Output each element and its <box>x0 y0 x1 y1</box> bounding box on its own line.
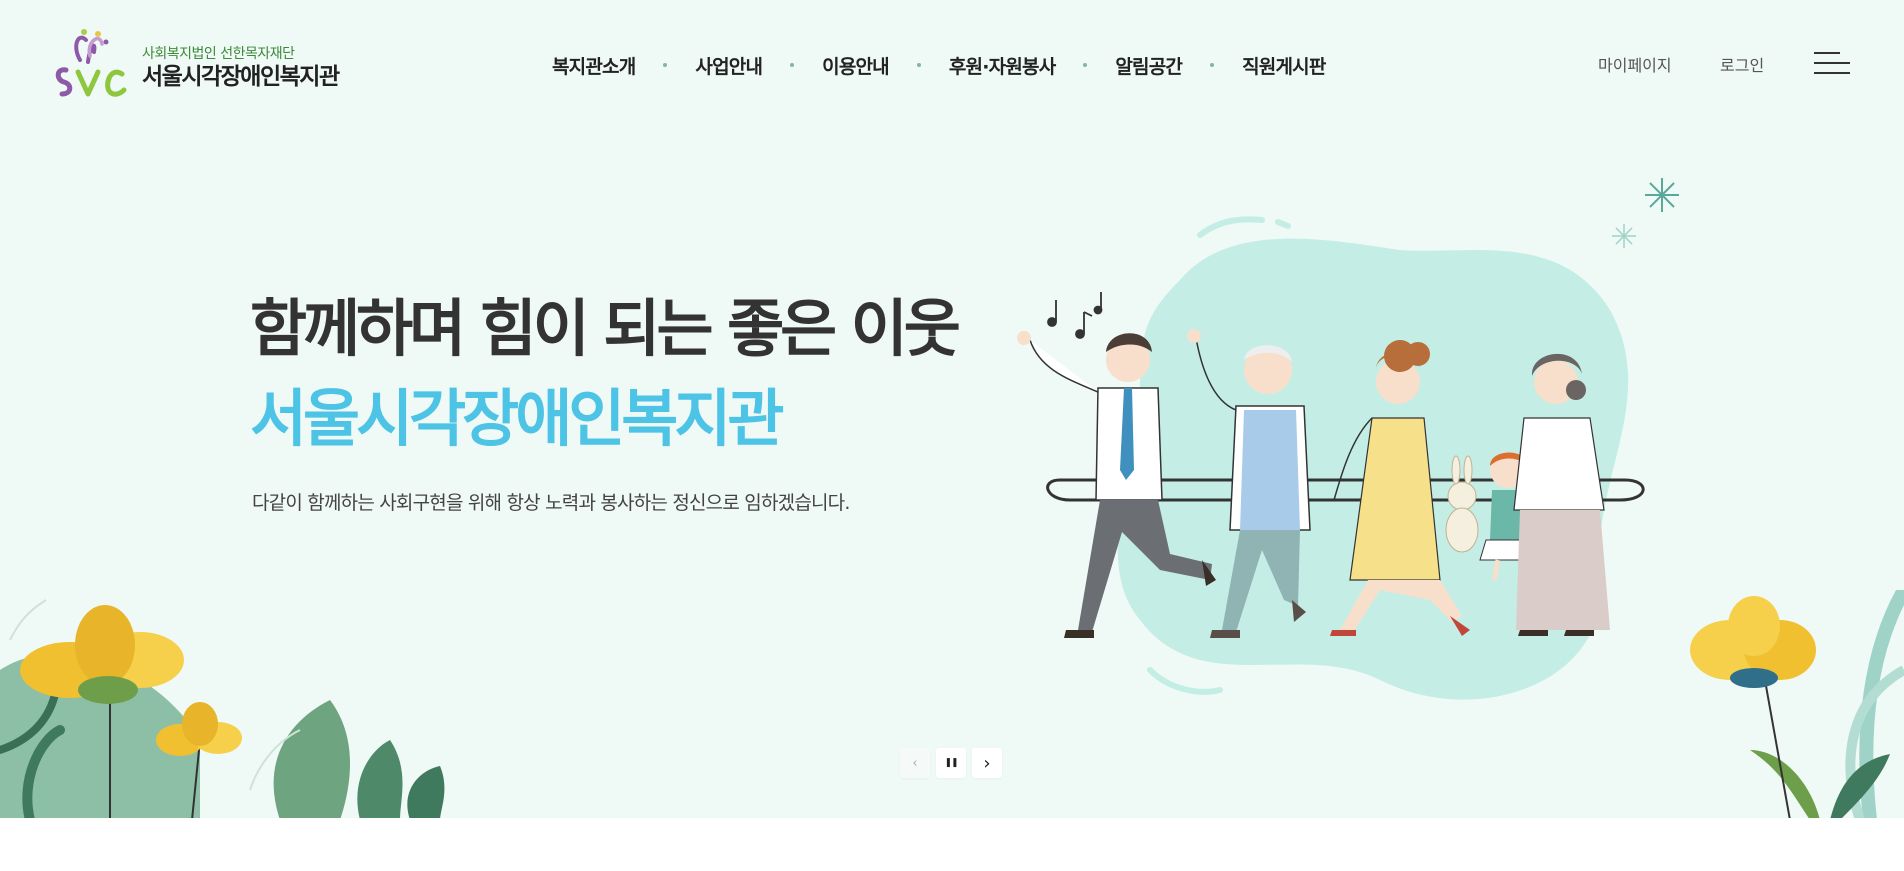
flowers-decoration-left <box>0 599 445 818</box>
login-link[interactable]: 로그인 <box>1720 52 1764 76</box>
sparkle-small-icon <box>1612 224 1636 248</box>
slider-next-button[interactable]: › <box>972 748 1002 778</box>
nav-item-about[interactable]: 복지관소개 <box>552 52 636 79</box>
nav-item-business[interactable]: 사업안내 <box>695 52 763 79</box>
nav-separator-dot <box>790 63 795 67</box>
svc-logo-mark-icon <box>55 29 127 97</box>
nav-separator-dot <box>1210 63 1215 67</box>
slider-pause-button[interactable]: ❚❚ <box>936 748 966 778</box>
family-illustration <box>1017 178 1679 700</box>
slider-prev-button[interactable]: ‹ <box>900 748 930 778</box>
hero-subtitle-org-name: 서울시각장애인복지관 <box>250 382 784 455</box>
logo-text-group: 사회복지법인 선한목자재단 서울시각장애인복지관 <box>142 45 340 91</box>
hero-title: 함께하며 힘이 되는 좋은 이웃 <box>250 292 961 365</box>
nav-item-support[interactable]: 후원·자원봉사 <box>949 52 1056 79</box>
pause-icon: ❚❚ <box>944 758 958 768</box>
logo-title: 서울시각장애인복지관 <box>142 64 340 90</box>
music-notes-icon <box>1047 292 1103 339</box>
hamburger-menu-icon[interactable] <box>1814 50 1854 76</box>
nav-separator-dot <box>1083 63 1088 67</box>
site-header: 사회복지법인 선한목자재단 서울시각장애인복지관 복지관소개 사업안내 이용안내… <box>0 0 1904 130</box>
slider-controls: ‹ ❚❚ › <box>900 748 1008 778</box>
chevron-left-icon: ‹ <box>912 755 918 771</box>
chevron-right-icon: › <box>983 752 991 774</box>
nav-separator-dot <box>916 63 921 67</box>
main-navigation: 복지관소개 사업안내 이용안내 후원·자원봉사 알림공간 직원게시판 <box>552 50 1326 80</box>
hero-section: 사회복지법인 선한목자재단 서울시각장애인복지관 복지관소개 사업안내 이용안내… <box>0 0 1904 818</box>
nav-item-notice[interactable]: 알림공간 <box>1115 52 1183 79</box>
yellow-flower-right <box>1690 596 1816 688</box>
hero-description: 다같이 함께하는 사회구현을 위해 항상 노력과 봉사하는 정신으로 임하겠습니… <box>252 492 850 514</box>
nav-item-guide[interactable]: 이용안내 <box>822 52 890 79</box>
nav-item-staff-board[interactable]: 직원게시판 <box>1242 52 1326 79</box>
sparkle-icon <box>1645 178 1679 212</box>
nav-separator-dot <box>663 63 668 67</box>
logo-subtitle: 사회복지법인 선한목자재단 <box>142 46 295 62</box>
yellow-flower-large <box>20 605 184 704</box>
mypage-link[interactable]: 마이페이지 <box>1598 52 1672 76</box>
site-logo[interactable]: 사회복지법인 선한목자재단 서울시각장애인복지관 <box>50 22 350 106</box>
flowers-decoration-right <box>1690 590 1904 818</box>
